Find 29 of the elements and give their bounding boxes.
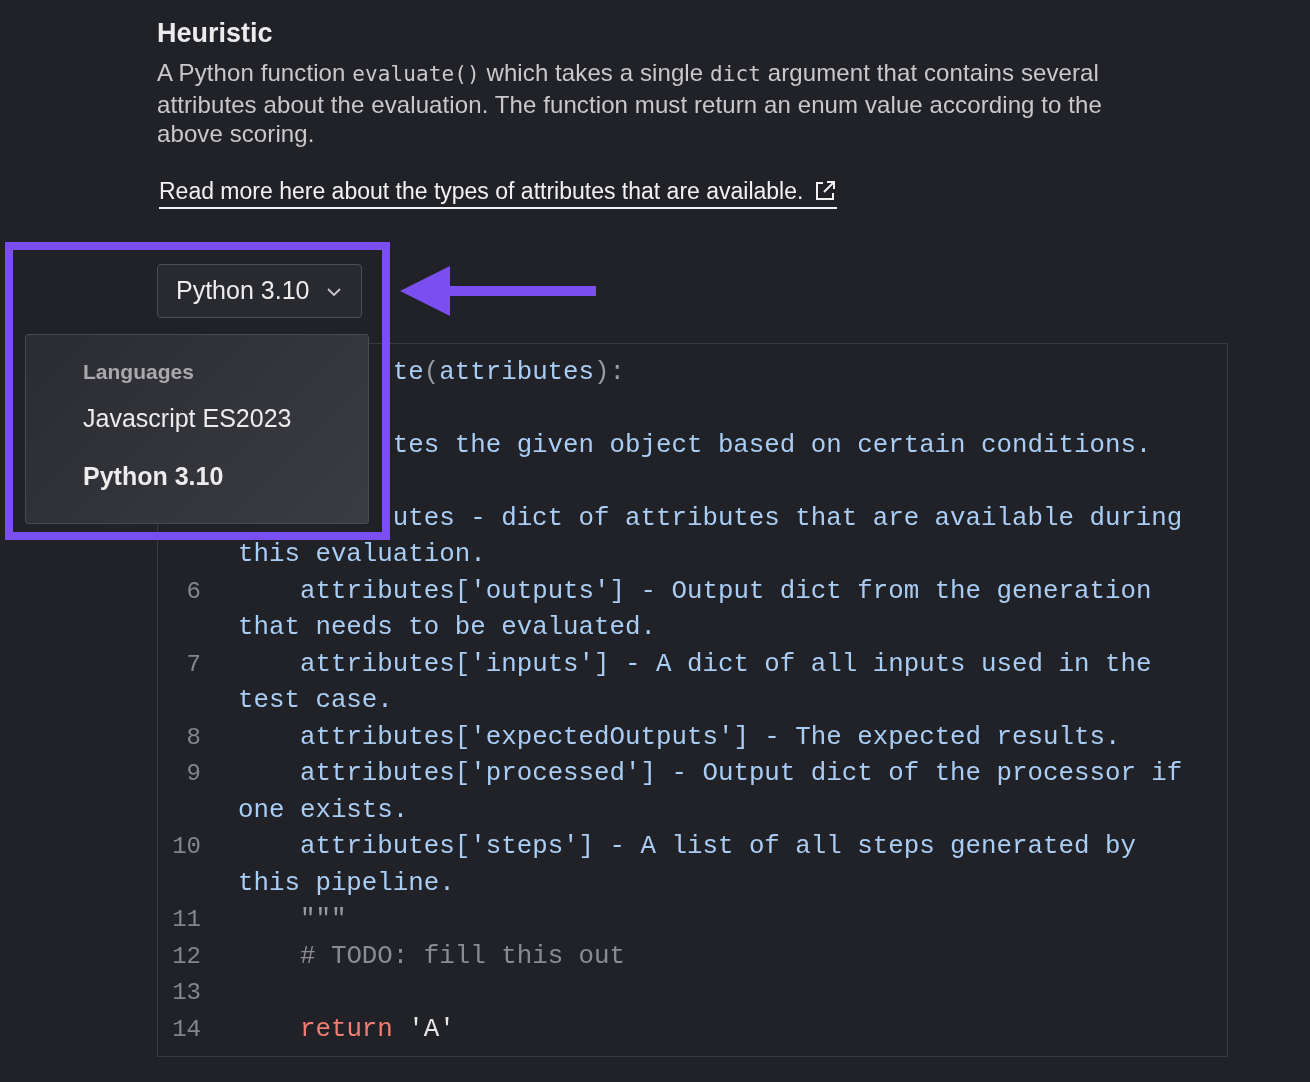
line-number: 6: [185, 576, 202, 607]
code-line: attributes['inputs'] - A dict of all inputs used in the test case.: [238, 648, 1153, 717]
code-line: attributes['steps'] - A list of all steps generated by this pipeline.: [238, 831, 1137, 900]
line-number: 13: [171, 978, 202, 1008]
description-text: A Python function evaluate() which takes a single dict argument that contains several attributes about the evaluation. The function must return an enum value according to the above scoring.: [157, 58, 1103, 149]
menu-item[interactable]: Javascript ES2023: [83, 388, 368, 447]
read-more-link[interactable]: Read more here about the types of attributes that are available.: [159, 177, 838, 209]
menu-header: Languages: [83, 358, 195, 385]
code-line: attributes['processed'] - Output dict of the processor if one exists.: [238, 758, 1184, 827]
menu-item[interactable]: Python 3.10: [83, 446, 368, 505]
code-line: attributes['expectedOutputs'] - The expected results.: [298, 721, 1122, 754]
arrow-icon: [400, 263, 596, 318]
line-number: 10: [171, 832, 202, 862]
line-number: 14: [171, 1014, 202, 1045]
line-number: 9: [185, 759, 202, 789]
code-line: utes - dict of attributes that are available during this evaluation.: [238, 502, 1184, 571]
code-line: return 'A': [298, 1013, 456, 1046]
section-title: Heuristic: [157, 17, 274, 50]
code-line: tes the given object based on certain conditions.: [391, 429, 1153, 462]
code-line: te(attributes):: [391, 356, 627, 389]
code-line: """: [298, 904, 348, 936]
line-number: 7: [185, 649, 202, 680]
line-number: 12: [171, 941, 202, 972]
language-select[interactable]: Python 3.10: [157, 263, 363, 318]
line-number: 11: [171, 905, 202, 935]
code-line: # TODO: fill this out: [298, 940, 627, 973]
line-number: 8: [185, 722, 202, 753]
external-link-icon: [813, 179, 838, 203]
code-line: attributes['outputs'] - Output dict from the generation that needs to be evaluated.: [238, 575, 1153, 644]
